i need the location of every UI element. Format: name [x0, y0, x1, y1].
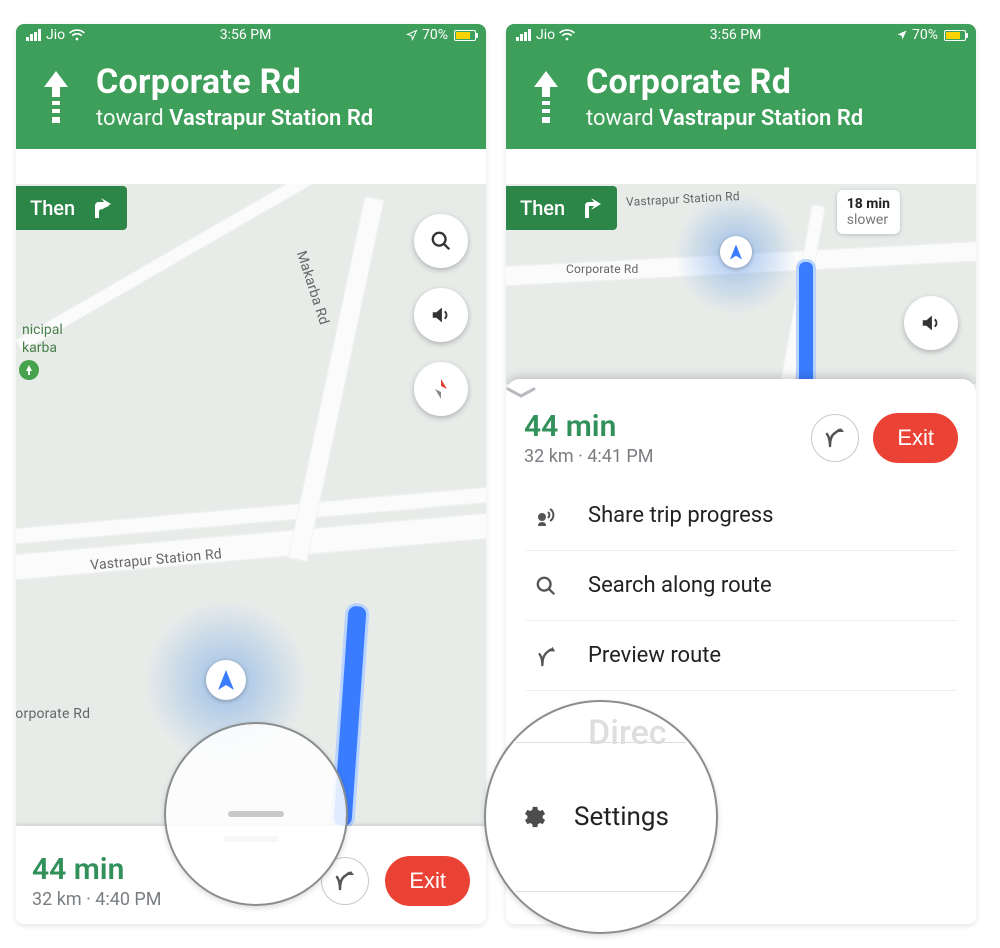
alternate-routes-icon	[823, 426, 847, 450]
turn-right-icon	[577, 196, 601, 220]
location-arrow-icon	[406, 29, 418, 41]
tutorial-highlight-settings: Settings	[484, 700, 718, 934]
map-poi-makarba: karba	[22, 340, 57, 356]
map-audio-button[interactable]	[414, 288, 468, 342]
alternate-routes-button[interactable]	[811, 414, 859, 462]
exit-navigation-button[interactable]: Exit	[385, 856, 470, 906]
toward-prefix: toward	[96, 106, 169, 131]
search-icon	[532, 575, 560, 597]
signal-bars-icon	[516, 29, 532, 41]
sheet-item-label: Search along route	[588, 573, 772, 598]
compass-icon	[429, 377, 453, 401]
status-bar: Jio 3:56 PM 70%	[506, 24, 976, 46]
exit-navigation-button[interactable]: Exit	[873, 413, 958, 463]
sheet-item-preview[interactable]: Preview route	[526, 621, 956, 691]
then-label: Then	[520, 196, 565, 220]
slower-label: slower	[847, 212, 888, 228]
carrier-label: Jio	[46, 27, 65, 43]
map-compass-button[interactable]	[414, 362, 468, 416]
map-audio-button[interactable]	[904, 296, 958, 350]
park-pin-icon	[19, 360, 39, 388]
sheet-item-label: Share trip progress	[588, 503, 773, 528]
battery-icon	[454, 30, 476, 41]
share-icon	[532, 504, 560, 528]
carrier-label: Jio	[536, 27, 555, 43]
navigation-header[interactable]: Corporate Rd toward Vastrapur Station Rd	[506, 46, 976, 149]
status-bar: Jio 3:56 PM 70%	[16, 24, 486, 46]
toward-road-label: Vastrapur Station Rd	[169, 106, 373, 131]
speaker-icon	[920, 312, 942, 334]
sheet-item-search[interactable]: Search along route	[526, 551, 956, 621]
map-road-corporate-r: Corporate Rd	[566, 262, 639, 276]
tutorial-highlight-grabber	[164, 722, 348, 906]
map-search-button[interactable]	[414, 214, 468, 268]
eta-detail: 32 km · 4:41 PM	[524, 446, 797, 467]
toward-road-label: Vastrapur Station Rd	[659, 106, 863, 131]
map-road-makarba: Makarba Rd	[293, 249, 332, 327]
map-road-corporate-l: Corporate Rd	[16, 706, 90, 722]
slower-time: 18 min	[847, 196, 890, 212]
signal-bars-icon	[26, 29, 42, 41]
then-step-chip[interactable]: Then	[16, 186, 127, 230]
map-poi-municipal: nicipal	[22, 322, 63, 338]
search-icon	[430, 230, 452, 252]
preview-route-icon	[532, 645, 560, 667]
current-road-label: Corporate Rd	[96, 62, 373, 102]
eta-minutes: 44 min	[524, 409, 797, 444]
phone-left: Jio 3:56 PM 70% Corporate Rd toward Vast…	[16, 24, 486, 924]
battery-pct: 70%	[912, 27, 938, 43]
then-step-chip[interactable]: Then	[506, 186, 617, 230]
gear-icon	[520, 803, 548, 831]
clock-label: 3:56 PM	[710, 27, 762, 43]
battery-pct: 70%	[422, 27, 448, 43]
then-label: Then	[30, 196, 75, 220]
turn-right-icon	[87, 196, 111, 220]
sheet-item-share[interactable]: Share trip progress	[526, 481, 956, 551]
grabber-handle[interactable]	[228, 811, 284, 817]
clock-label: 3:56 PM	[220, 27, 272, 43]
location-marker	[206, 660, 246, 700]
speaker-icon	[430, 304, 452, 326]
navigation-header[interactable]: Corporate Rd toward Vastrapur Station Rd	[16, 46, 486, 149]
location-marker	[720, 236, 752, 268]
wifi-icon	[559, 29, 575, 41]
battery-icon	[944, 30, 966, 41]
wifi-icon	[69, 29, 85, 41]
sheet-handle[interactable]	[506, 379, 976, 403]
straight-arrow-icon	[524, 69, 568, 125]
location-arrow-icon	[896, 29, 908, 41]
toward-prefix: toward	[586, 106, 659, 131]
sheet-item-label: Preview route	[588, 643, 721, 668]
route-slower-chip: 18 min slower	[837, 190, 900, 234]
current-road-label: Corporate Rd	[586, 62, 863, 102]
straight-arrow-icon	[34, 69, 78, 125]
alternate-routes-icon	[333, 869, 357, 893]
sheet-item-settings-label[interactable]: Settings	[574, 802, 669, 832]
